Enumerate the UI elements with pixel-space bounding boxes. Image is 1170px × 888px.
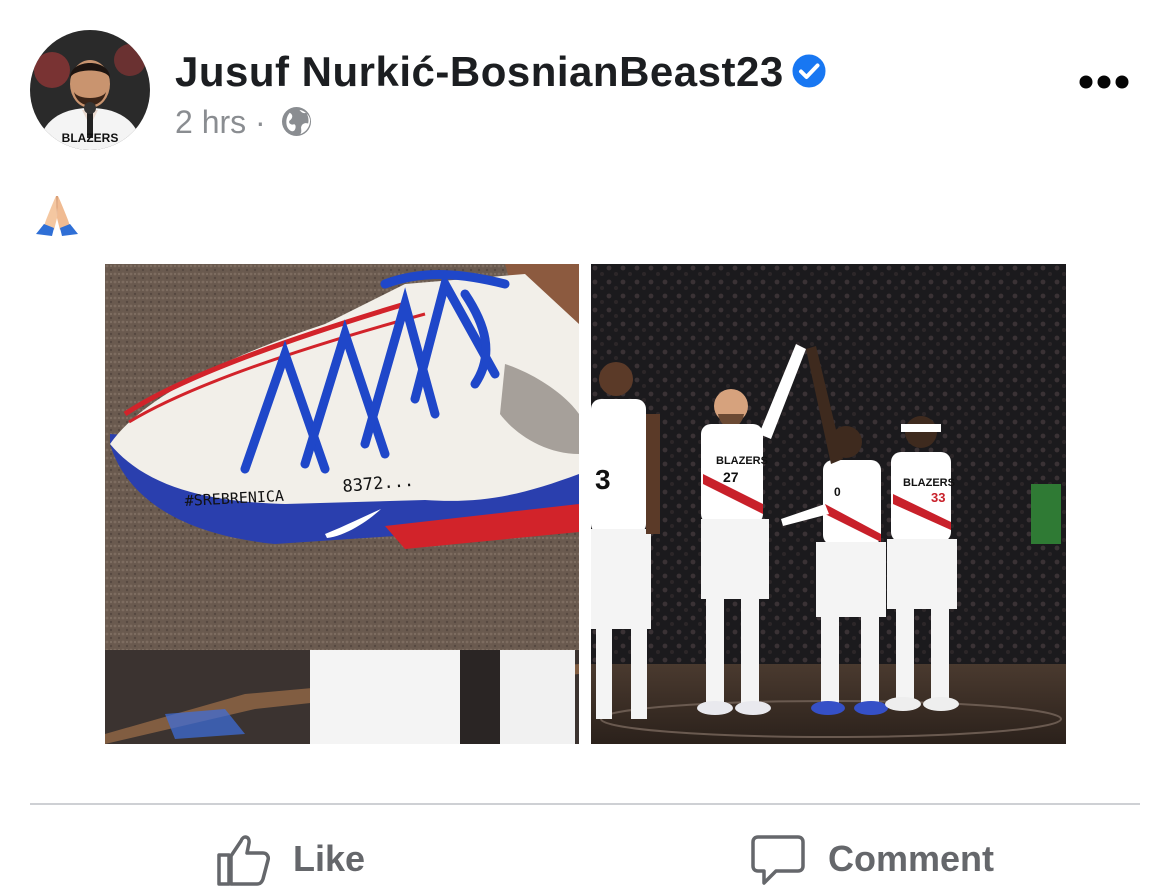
post-image-shoe[interactable]: #SREBRENICA 8372... [105, 264, 579, 744]
post-image-players[interactable]: 3 BLAZERS 27 0 BLAZERS 33 [591, 264, 1066, 744]
facebook-post: BLAZERS Jusuf Nurkić-BosnianBeast23 2 hr… [0, 0, 1170, 888]
post-meta: 2 hrs · [175, 102, 312, 142]
author-name-text[interactable]: Jusuf Nurkić-BosnianBeast23 [175, 48, 784, 95]
post-options-button[interactable] [1075, 68, 1135, 98]
player-2-number: 27 [723, 469, 739, 485]
more-horizontal-icon [1079, 75, 1129, 89]
author-avatar[interactable]: BLAZERS [30, 30, 150, 150]
folded-hands-icon [36, 196, 78, 236]
thumbs-up-icon [217, 835, 270, 886]
comment-bubble-icon [751, 835, 805, 885]
like-label[interactable]: Like [293, 837, 365, 881]
avatar-jersey-text: BLAZERS [62, 131, 119, 145]
player-4-jersey-text: BLAZERS [903, 477, 955, 489]
globe-icon [281, 107, 311, 137]
comment-button[interactable]: Comment [750, 830, 994, 888]
player-3-number: 0 [834, 485, 841, 499]
verified-badge-icon [791, 53, 827, 89]
post-body-emoji [32, 190, 82, 240]
actions-divider [30, 803, 1140, 805]
author-name[interactable]: Jusuf Nurkić-BosnianBeast23 [175, 46, 828, 98]
player-1-number: 3 [595, 464, 611, 495]
like-button[interactable]: Like [215, 830, 365, 888]
post-timestamp[interactable]: 2 hrs [175, 104, 246, 140]
comment-label[interactable]: Comment [828, 837, 994, 881]
player-4-number: 33 [931, 490, 945, 505]
meta-separator: · [255, 104, 266, 140]
player-2-jersey-text: BLAZERS [716, 455, 768, 467]
